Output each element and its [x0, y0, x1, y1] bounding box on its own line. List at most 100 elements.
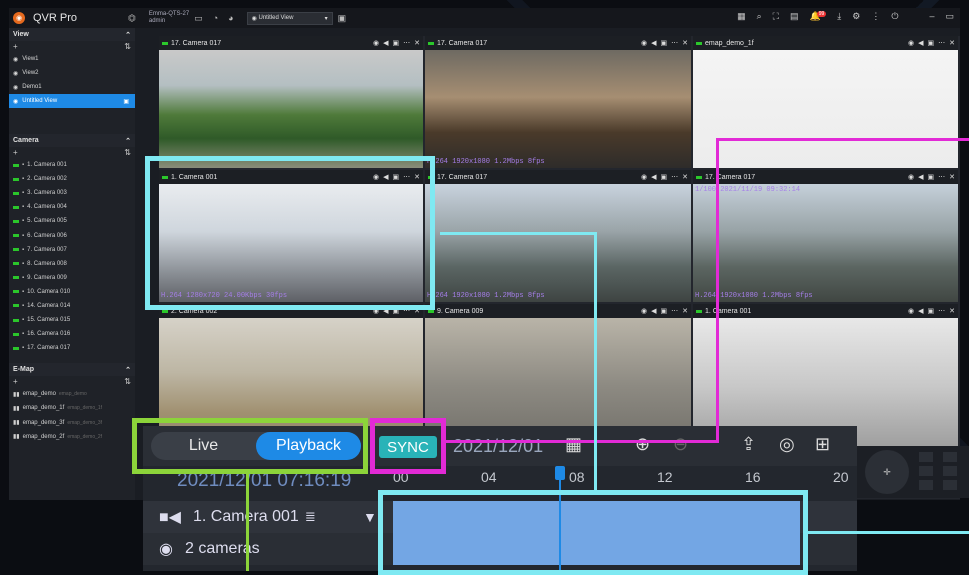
- more-icon[interactable]: ⋯: [671, 39, 678, 47]
- camera-item[interactable]: ▪ 1. Camera 001: [9, 158, 135, 172]
- snapshot-icon[interactable]: ▣: [393, 39, 400, 47]
- close-icon[interactable]: ✕: [682, 307, 688, 315]
- record-icon[interactable]: ◉: [373, 307, 379, 315]
- record-icon[interactable]: ◉: [641, 39, 647, 47]
- camera-tile[interactable]: emap_demo_1f ◉ ◀ ▣ ⋯ ✕: [693, 36, 958, 168]
- more-icon[interactable]: ⋯: [403, 307, 410, 315]
- snapshot-icon[interactable]: ▣: [393, 173, 400, 181]
- more-icon[interactable]: ⋯: [938, 307, 945, 315]
- ptz-button[interactable]: [919, 480, 933, 490]
- record-icon[interactable]: ◉: [373, 39, 379, 47]
- camera-item[interactable]: ▪ 14. Camera 014: [9, 299, 135, 313]
- sync-button[interactable]: SYNC: [379, 436, 437, 458]
- close-icon[interactable]: ✕: [414, 307, 420, 315]
- close-icon[interactable]: ✕: [949, 307, 955, 315]
- search-icon[interactable]: ⌕: [757, 11, 762, 22]
- audio-icon[interactable]: ◀: [383, 307, 388, 315]
- snapshot-icon[interactable]: ▣: [928, 173, 935, 181]
- record-icon[interactable]: ◉: [641, 173, 647, 181]
- collapse-icon[interactable]: ⌃: [125, 366, 131, 374]
- audio-icon[interactable]: ◀: [383, 39, 388, 47]
- save-view-icon[interactable]: ▣: [338, 13, 347, 24]
- grid-icon[interactable]: ▦: [737, 11, 746, 22]
- view-select[interactable]: ◉ Untitled View ▾: [246, 11, 333, 25]
- view-item[interactable]: ◉ View1: [9, 52, 135, 66]
- audio-icon[interactable]: ◀: [651, 39, 656, 47]
- audio-icon[interactable]: ◀: [383, 173, 388, 181]
- emap-item[interactable]: ▮▮ emap_demo_3f emap_demo_3f: [9, 416, 135, 430]
- timeline[interactable]: 2021/12/01 07:16:19 ■◀ 1. Camera 001 ≣ ▼…: [143, 466, 857, 571]
- minimize-icon[interactable]: –: [929, 11, 934, 22]
- gear-icon[interactable]: ⚙: [852, 11, 860, 22]
- more-icon[interactable]: ⋮: [871, 11, 880, 22]
- zoom-in-icon[interactable]: ⊕: [635, 434, 650, 455]
- snapshot-icon[interactable]: ▣: [661, 173, 668, 181]
- camera-item[interactable]: ▪ 15. Camera 015: [9, 313, 135, 327]
- camera-item[interactable]: ▪ 5. Camera 005: [9, 214, 135, 228]
- zoom-out-icon[interactable]: ⊖: [673, 434, 688, 455]
- add-icon[interactable]: +: [13, 377, 18, 386]
- ptz-button[interactable]: [919, 466, 933, 476]
- camera-item[interactable]: ▪ 7. Camera 007: [9, 243, 135, 257]
- record-icon[interactable]: ◉: [908, 39, 914, 47]
- calendar-icon[interactable]: ▦: [565, 434, 582, 455]
- snapshot-icon[interactable]: ▣: [928, 307, 935, 315]
- audio-icon[interactable]: ◀: [651, 173, 656, 181]
- more-icon[interactable]: ⋯: [671, 307, 678, 315]
- view-item-selected[interactable]: ◉ Untitled View ▣: [9, 94, 135, 108]
- ptz-button[interactable]: [919, 452, 933, 462]
- snapshot-icon[interactable]: ⊞: [815, 434, 830, 455]
- sort-icon[interactable]: ⇅: [124, 42, 131, 51]
- sort-icon[interactable]: ⇅: [124, 377, 131, 386]
- add-icon[interactable]: +: [13, 42, 18, 51]
- download-icon[interactable]: ⤓: [837, 11, 841, 22]
- more-icon[interactable]: ⋯: [403, 39, 410, 47]
- camera-tile[interactable]: 1. Camera 001 ◉ ◀ ▣ ⋯ ✕ H.264 1280x720 24.00Kb…: [159, 170, 423, 302]
- more-icon[interactable]: ⋯: [403, 173, 410, 181]
- more-icon[interactable]: ⋯: [938, 39, 945, 47]
- camera-tile[interactable]: 17. Camera 017 ◉ ◀ ▣ ⋯ ✕ H.264 1920x1080 1.2Mb…: [425, 36, 691, 168]
- live-button[interactable]: Live: [151, 432, 256, 460]
- audio-icon[interactable]: ◀: [918, 39, 923, 47]
- camera-item[interactable]: ▪ 6. Camera 006: [9, 228, 135, 242]
- camera-tile[interactable]: 17. Camera 017 ◉ ◀ ▣ ⋯ ✕: [159, 36, 423, 168]
- view-item[interactable]: ◉ Demo1: [9, 80, 135, 94]
- recording-bar[interactable]: [393, 501, 800, 533]
- sort-icon[interactable]: ⇅: [124, 148, 131, 157]
- camera-item[interactable]: ▪ 17. Camera 017: [9, 341, 135, 355]
- recording-bar[interactable]: [393, 533, 800, 565]
- camera-item[interactable]: ▪ 4. Camera 004: [9, 200, 135, 214]
- camera-item[interactable]: ▪ 2. Camera 002: [9, 172, 135, 186]
- snapshot-icon[interactable]: ▣: [393, 307, 400, 315]
- camera-tile[interactable]: 17. Camera 017 ◉ ◀ ▣ ⋯ ✕ H.264 1920x1080 1.2Mb…: [425, 170, 691, 302]
- emap-item[interactable]: ▮▮ emap_demo_1f emap_demo_1f: [9, 401, 135, 415]
- emap-item[interactable]: ▮▮ emap_demo_2f emap_demo_2f: [9, 430, 135, 444]
- camera-tile[interactable]: 17. Camera 017 ◉ ◀ ▣ ⋯ ✕ H.264 1920x1080 1.2Mb…: [693, 170, 958, 302]
- bell-icon[interactable]: 🔔99: [810, 11, 827, 22]
- ai-search-icon[interactable]: ◎: [779, 434, 795, 455]
- record-icon[interactable]: ◉: [908, 307, 914, 315]
- ptz-joystick[interactable]: ✛: [865, 450, 909, 494]
- playback-button[interactable]: Playback: [256, 432, 361, 460]
- close-icon[interactable]: ✕: [414, 173, 420, 181]
- server-info[interactable]: Emma-QTS-27 admin: [149, 11, 189, 25]
- collapse-icon[interactable]: ⌃: [125, 31, 131, 39]
- close-icon[interactable]: ✕: [414, 39, 420, 47]
- record-icon[interactable]: ◉: [373, 173, 379, 181]
- audio-icon[interactable]: ◀: [651, 307, 656, 315]
- camera-item[interactable]: ▪ 9. Camera 009: [9, 271, 135, 285]
- view-item[interactable]: ◉ View2: [9, 66, 135, 80]
- close-icon[interactable]: ✕: [949, 39, 955, 47]
- save-icon[interactable]: ▣: [123, 98, 129, 105]
- record-icon[interactable]: ◉: [908, 173, 914, 181]
- restore-icon[interactable]: ▭: [945, 11, 954, 22]
- snapshot-icon[interactable]: ▣: [661, 307, 668, 315]
- emap-item[interactable]: ▮▮ emap_demo emap_demo: [9, 387, 135, 401]
- collapse-icon[interactable]: ⌃: [125, 137, 131, 145]
- playhead-handle[interactable]: [555, 466, 566, 480]
- audio-icon[interactable]: ◀: [918, 173, 923, 181]
- snapshot-icon[interactable]: ▣: [928, 39, 935, 47]
- more-icon[interactable]: ⋯: [671, 173, 678, 181]
- close-icon[interactable]: ✕: [682, 39, 688, 47]
- more-icon[interactable]: ⋯: [938, 173, 945, 181]
